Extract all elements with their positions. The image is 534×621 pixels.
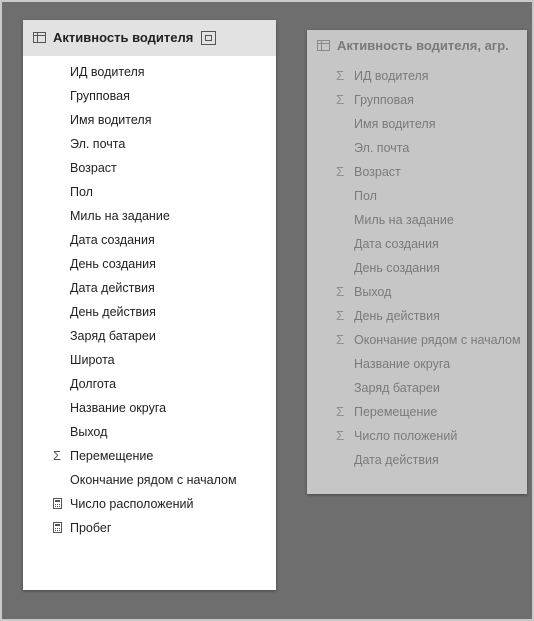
sigma-icon: Σ <box>335 308 345 323</box>
field-label: Широта <box>70 353 115 367</box>
field-item[interactable]: Долгота <box>23 372 276 396</box>
field-label: Название округа <box>70 401 167 415</box>
field-label: Возраст <box>354 165 401 179</box>
field-label: Имя водителя <box>354 117 436 131</box>
field-item[interactable]: Σ День действия <box>307 304 527 328</box>
field-label: Дата создания <box>70 233 155 247</box>
table-icon <box>317 40 330 51</box>
field-item[interactable]: Дата действия <box>307 448 527 472</box>
table-title: Активность водителя, агр. <box>337 38 509 53</box>
field-list: ИД водителя Групповая Имя водителя Эл. почт… <box>23 56 276 540</box>
table-card-header[interactable]: Активность водителя, агр. <box>307 30 527 62</box>
field-label: День создания <box>70 257 156 271</box>
field-item[interactable]: Миль на задание <box>307 208 527 232</box>
field-label: Пол <box>70 185 93 199</box>
field-label: Дата действия <box>70 281 155 295</box>
field-item[interactable]: Дата действия <box>23 276 276 300</box>
field-item[interactable]: Σ ИД водителя <box>307 64 527 88</box>
field-label: Возраст <box>70 161 117 175</box>
field-label: Дата создания <box>354 237 439 251</box>
field-item[interactable]: Окончание рядом с началом <box>23 468 276 492</box>
field-item[interactable]: День создания <box>307 256 527 280</box>
field-label: Перемещение <box>354 405 438 419</box>
field-item[interactable]: Дата создания <box>23 228 276 252</box>
field-label: День действия <box>354 309 440 323</box>
field-item[interactable]: Дата создания <box>307 232 527 256</box>
field-label: Выход <box>70 425 108 439</box>
field-item[interactable]: Пол <box>307 184 527 208</box>
field-item[interactable]: Заряд батареи <box>307 376 527 400</box>
field-label: Название округа <box>354 357 451 371</box>
calculator-icon <box>50 516 64 541</box>
field-item[interactable]: Название округа <box>307 352 527 376</box>
field-list: Σ ИД водителя Σ Групповая Имя водителя Эл. по… <box>307 62 527 472</box>
field-item[interactable]: День создания <box>23 252 276 276</box>
sigma-icon: Σ <box>335 68 345 83</box>
sigma-icon: Σ <box>335 92 345 107</box>
field-label: Перемещение <box>70 449 154 463</box>
sigma-icon: Σ <box>335 428 345 443</box>
field-label: Окончание рядом с началом <box>70 473 237 487</box>
field-label: ИД водителя <box>354 69 429 83</box>
field-item[interactable]: Имя водителя <box>307 112 527 136</box>
sigma-icon: Σ <box>335 332 345 347</box>
field-label: Заряд батареи <box>70 329 156 343</box>
sigma-icon: Σ <box>52 448 62 463</box>
field-item[interactable]: Σ Возраст <box>307 160 527 184</box>
table-card-driver-activity[interactable]: Активность водителя ИД водителя Групповая… <box>23 20 276 590</box>
field-label: Долгота <box>70 377 117 391</box>
field-label: Заряд батареи <box>354 381 440 395</box>
table-title: Активность водителя <box>53 30 194 45</box>
table-icon <box>33 32 46 43</box>
field-label: Эл. почта <box>354 141 410 155</box>
field-label: Число расположений <box>70 497 194 511</box>
field-item[interactable]: Число расположений <box>23 492 276 516</box>
field-item[interactable]: Эл. почта <box>307 136 527 160</box>
collapse-icon[interactable] <box>201 30 217 45</box>
field-item[interactable]: Σ Выход <box>307 280 527 304</box>
table-card-driver-activity-agg[interactable]: Активность водителя, агр. Σ ИД водителя Σ Г… <box>307 30 527 494</box>
field-item[interactable]: Σ Число положений <box>307 424 527 448</box>
field-label: Пол <box>354 189 377 203</box>
field-label: ИД водителя <box>70 65 145 79</box>
field-label: Число положений <box>354 429 458 443</box>
field-label: Групповая <box>354 93 414 107</box>
field-item[interactable]: Σ Окончание рядом с началом <box>307 328 527 352</box>
field-item[interactable]: Σ Перемещение <box>307 400 527 424</box>
sigma-icon: Σ <box>335 284 345 299</box>
calculator-icon <box>50 492 64 517</box>
field-item[interactable]: Возраст <box>23 156 276 180</box>
field-label: Окончание рядом с началом <box>354 333 521 347</box>
sigma-icon: Σ <box>335 404 345 419</box>
field-item[interactable]: Широта <box>23 348 276 372</box>
field-label: Пробег <box>70 521 112 535</box>
field-label: Миль на задание <box>354 213 454 227</box>
field-item[interactable]: ИД водителя <box>23 60 276 84</box>
field-label: Групповая <box>70 89 130 103</box>
field-label: Миль на задание <box>70 209 170 223</box>
field-label: День действия <box>70 305 156 319</box>
table-card-header[interactable]: Активность водителя <box>23 20 276 56</box>
field-item[interactable]: Имя водителя <box>23 108 276 132</box>
field-label: Эл. почта <box>70 137 126 151</box>
field-item[interactable]: День действия <box>23 300 276 324</box>
sigma-icon: Σ <box>335 164 345 179</box>
field-label: Дата действия <box>354 453 439 467</box>
field-item[interactable]: Заряд батареи <box>23 324 276 348</box>
field-item[interactable]: Σ Перемещение <box>23 444 276 468</box>
field-label: Выход <box>354 285 392 299</box>
field-item[interactable]: Групповая <box>23 84 276 108</box>
field-item[interactable]: Пробег <box>23 516 276 540</box>
field-item[interactable]: Пол <box>23 180 276 204</box>
field-label: Имя водителя <box>70 113 152 127</box>
field-item[interactable]: Выход <box>23 420 276 444</box>
field-item[interactable]: Название округа <box>23 396 276 420</box>
field-item[interactable]: Миль на задание <box>23 204 276 228</box>
field-item[interactable]: Эл. почта <box>23 132 276 156</box>
field-label: День создания <box>354 261 440 275</box>
field-item[interactable]: Σ Групповая <box>307 88 527 112</box>
model-canvas: Активность водителя ИД водителя Групповая… <box>0 0 534 621</box>
